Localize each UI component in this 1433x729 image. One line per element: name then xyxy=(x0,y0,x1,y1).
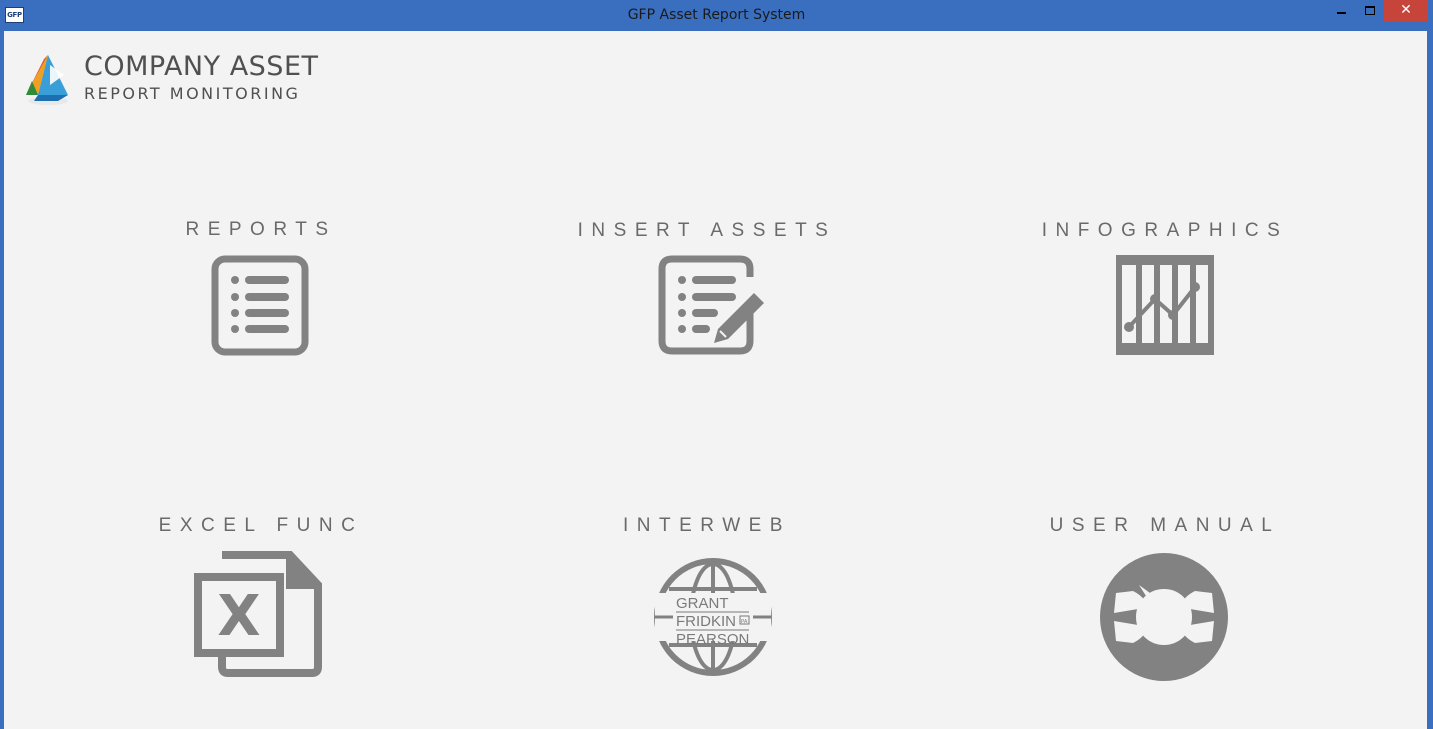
logo-text-grant: GRANT xyxy=(676,595,729,612)
excel-file-icon: X xyxy=(194,551,322,677)
app-logo-icon xyxy=(26,55,68,105)
reports-label: REPORTS xyxy=(185,219,337,240)
interweb-tile[interactable]: INTERWEB GRANT FRIDKIN PA PEARSON xyxy=(497,513,917,681)
infographics-label: INFOGRAPHICS xyxy=(1041,220,1289,241)
maximize-button[interactable] xyxy=(1356,0,1384,21)
logo-mark-text: PA xyxy=(741,619,748,625)
excel-func-label: EXCEL FUNC xyxy=(158,515,364,536)
user-manual-tile[interactable]: USER MANUAL xyxy=(955,513,1375,681)
app-title: COMPANY ASSET xyxy=(84,51,319,82)
logo-text-fridkin: FRIDKIN xyxy=(676,613,736,630)
title-bar: GFP GFP Asset Report System ✕ xyxy=(0,0,1433,31)
insert-assets-tile[interactable]: INSERT ASSETS xyxy=(497,218,917,359)
close-button[interactable]: ✕ xyxy=(1384,0,1428,21)
line-chart-icon xyxy=(1116,255,1214,355)
edit-document-icon xyxy=(658,255,764,355)
reports-tile[interactable]: REPORTS xyxy=(51,217,471,359)
interweb-label: INTERWEB xyxy=(623,515,791,536)
minimize-button[interactable] xyxy=(1328,0,1356,21)
infographics-tile[interactable]: INFOGRAPHICS xyxy=(955,218,1375,357)
window-title: GFP Asset Report System xyxy=(627,7,806,23)
svg-text:X: X xyxy=(217,584,260,649)
lifebuoy-icon xyxy=(1100,553,1228,681)
globe-logo-icon: GRANT FRIDKIN PA PEARSON xyxy=(654,558,772,676)
excel-func-tile[interactable]: EXCEL FUNC X xyxy=(51,513,471,679)
logo-text-pearson: PEARSON xyxy=(676,631,749,648)
list-document-icon xyxy=(211,255,309,356)
user-manual-label: USER MANUAL xyxy=(1049,515,1281,536)
app-subtitle: REPORT MONITORING xyxy=(84,84,301,103)
main-panel: COMPANY ASSET REPORT MONITORING REPORTS … xyxy=(4,31,1427,729)
insert-assets-label: INSERT ASSETS xyxy=(577,220,837,241)
